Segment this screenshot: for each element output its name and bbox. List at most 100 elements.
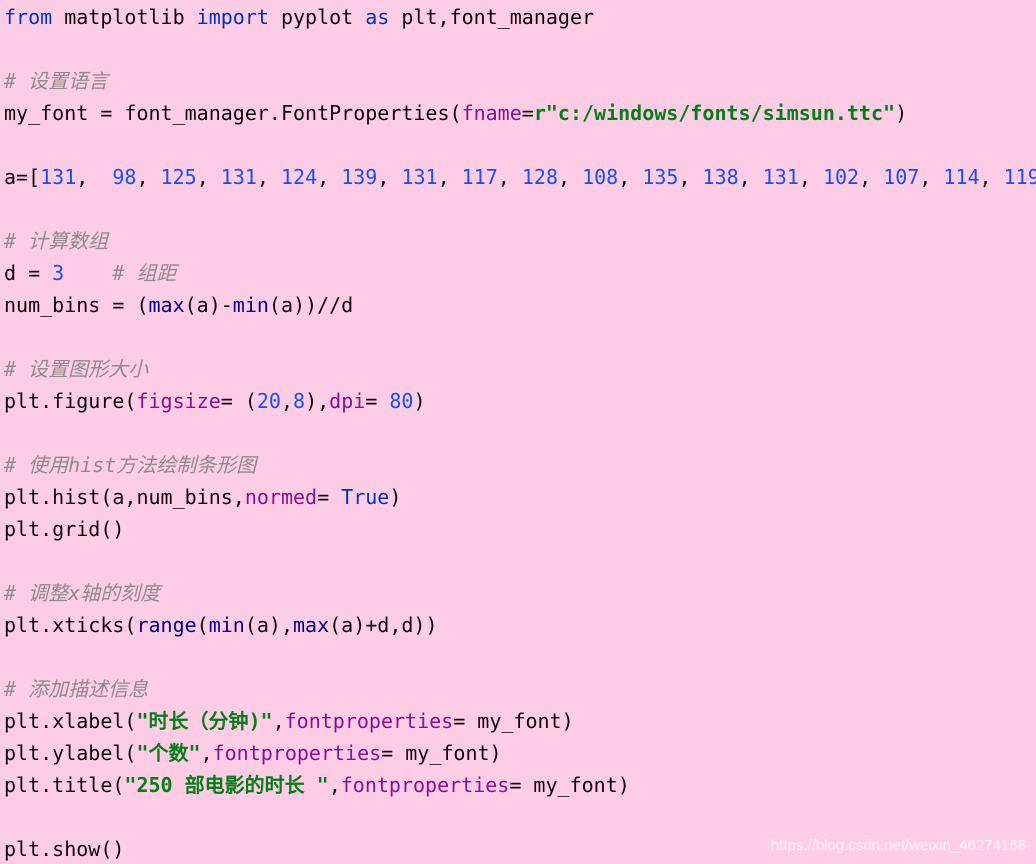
code-token-plain: = bbox=[521, 101, 534, 125]
code-token-builtin: range bbox=[136, 613, 197, 637]
code-token-plain: ), bbox=[305, 389, 330, 413]
code-token-num: 124 bbox=[281, 165, 318, 189]
code-token-num: 138 bbox=[702, 165, 739, 189]
code-token-num: 20 bbox=[256, 389, 281, 413]
code-token-param: normed bbox=[244, 485, 318, 509]
code-token-str: "个数" bbox=[136, 741, 201, 765]
code-token-plain: , bbox=[196, 165, 221, 189]
code-token-comment: # 设置语言 bbox=[4, 69, 109, 93]
code-token-comment: # 调整x轴的刻度 bbox=[4, 581, 161, 605]
code-line[interactable]: d = 3 # 组距 bbox=[4, 257, 176, 289]
code-line[interactable]: plt.hist(a,num_bins,normed= True) bbox=[4, 481, 401, 513]
code-line[interactable]: a=[131, 98, 125, 131, 124, 139, 131, 117… bbox=[4, 161, 1036, 193]
code-line[interactable]: num_bins = (max(a)-min(a))//d bbox=[4, 289, 353, 321]
code-token-plain: a=[ bbox=[4, 165, 41, 189]
code-token-num: 131 bbox=[40, 165, 77, 189]
code-token-plain: ) bbox=[895, 101, 908, 125]
code-token-str: "时长（分钟)" bbox=[136, 709, 273, 733]
code-token-plain: my_font = font_manager.FontProperties( bbox=[4, 101, 462, 125]
code-token-plain: , bbox=[256, 165, 281, 189]
code-token-plain: , bbox=[377, 165, 402, 189]
code-line[interactable]: my_font = font_manager.FontProperties(fn… bbox=[4, 97, 907, 129]
code-token-plain: plt.xticks( bbox=[4, 613, 137, 637]
code-token-num: 119 bbox=[1003, 165, 1036, 189]
code-token-plain: (a))//d bbox=[268, 293, 354, 317]
code-token-plain: plt.show() bbox=[4, 837, 125, 861]
code-token-param: figsize bbox=[136, 389, 221, 413]
code-token-num: 107 bbox=[883, 165, 920, 189]
code-token-plain: , bbox=[200, 741, 213, 765]
code-token-num: 131 bbox=[220, 165, 257, 189]
code-line[interactable]: # 设置图形大小 bbox=[4, 353, 148, 385]
code-token-param: fontproperties bbox=[284, 709, 454, 733]
code-token-plain: ) bbox=[413, 389, 426, 413]
code-line[interactable]: plt.xlabel("时长（分钟)",fontproperties= my_f… bbox=[4, 705, 574, 737]
code-token-builtin: max bbox=[148, 293, 185, 317]
code-token-param: dpi bbox=[329, 389, 366, 413]
code-editor[interactable]: from matplotlib import pyplot as plt,fon… bbox=[0, 0, 1036, 864]
code-token-num: 128 bbox=[521, 165, 558, 189]
code-token-comment: # 使用hist方法绘制条形图 bbox=[4, 453, 257, 477]
code-token-plain: , bbox=[859, 165, 884, 189]
code-token-comment: # 组距 bbox=[112, 261, 177, 285]
code-token-plain: , bbox=[618, 165, 643, 189]
code-token-kw: True bbox=[341, 485, 390, 509]
code-token-plain: , bbox=[76, 165, 113, 189]
code-token-plain: plt.xlabel( bbox=[4, 709, 137, 733]
code-token-plain: , bbox=[798, 165, 823, 189]
code-line[interactable]: # 设置语言 bbox=[4, 65, 108, 97]
code-token-plain: , bbox=[272, 709, 285, 733]
code-line[interactable]: plt.title("250 部电影的时长 ",fontproperties= … bbox=[4, 769, 630, 801]
code-token-plain: (a)+d,d)) bbox=[329, 613, 438, 637]
code-token-plain: d = bbox=[4, 261, 53, 285]
code-line[interactable]: plt.xticks(range(min(a),max(a)+d,d)) bbox=[4, 609, 438, 641]
code-token-plain: pyplot bbox=[268, 5, 366, 29]
code-token-builtin: min bbox=[232, 293, 269, 317]
code-token-kw: import bbox=[196, 5, 269, 29]
code-token-num: 139 bbox=[341, 165, 378, 189]
code-token-param: fname bbox=[461, 101, 522, 125]
watermark: https://blog.csdn.net/weixin_46274168 bbox=[770, 837, 1026, 854]
code-token-param: fontproperties bbox=[212, 741, 382, 765]
code-line[interactable]: # 添加描述信息 bbox=[4, 673, 148, 705]
code-line[interactable]: # 使用hist方法绘制条形图 bbox=[4, 449, 256, 481]
code-line[interactable]: plt.figure(figsize= (20,8),dpi= 80) bbox=[4, 385, 426, 417]
code-token-plain: , bbox=[558, 165, 583, 189]
code-token-plain: (a), bbox=[244, 613, 294, 637]
code-token-plain: ) bbox=[389, 485, 402, 509]
code-token-str: r"c:/windows/fonts/simsun.ttc" bbox=[533, 101, 896, 125]
code-token-num: 117 bbox=[461, 165, 498, 189]
code-line[interactable]: from matplotlib import pyplot as plt,fon… bbox=[4, 1, 594, 33]
code-token-kw: from bbox=[4, 5, 53, 29]
code-token-num: 3 bbox=[52, 261, 65, 285]
code-line[interactable]: plt.ylabel("个数",fontproperties= my_font) bbox=[4, 737, 502, 769]
code-line[interactable]: plt.grid() bbox=[4, 513, 124, 545]
code-token-comment: # 设置图形大小 bbox=[4, 357, 149, 381]
code-token-plain: = my_font) bbox=[453, 709, 574, 733]
code-line[interactable]: plt.show() bbox=[4, 833, 124, 864]
code-token-plain: = my_font) bbox=[381, 741, 502, 765]
code-token-plain: = bbox=[317, 485, 342, 509]
code-token-plain: = my_font) bbox=[509, 773, 630, 797]
code-token-plain: , bbox=[136, 165, 161, 189]
code-token-builtin: min bbox=[208, 613, 245, 637]
code-token-plain: , bbox=[317, 165, 342, 189]
code-token-kw: as bbox=[365, 5, 390, 29]
code-line[interactable]: # 调整x轴的刻度 bbox=[4, 577, 160, 609]
code-token-plain: plt.ylabel( bbox=[4, 741, 137, 765]
code-token-builtin: max bbox=[293, 613, 330, 637]
code-token-plain: plt.hist(a,num_bins, bbox=[4, 485, 245, 509]
code-token-plain: = ( bbox=[220, 389, 257, 413]
code-token-num: 114 bbox=[943, 165, 980, 189]
code-token-plain: , bbox=[678, 165, 703, 189]
code-token-num: 8 bbox=[293, 389, 306, 413]
code-token-num: 98 bbox=[112, 165, 137, 189]
code-token-plain: , bbox=[437, 165, 462, 189]
code-token-plain: ( bbox=[196, 613, 209, 637]
code-line[interactable]: # 计算数组 bbox=[4, 225, 108, 257]
code-token-comment: # 计算数组 bbox=[4, 229, 109, 253]
code-token-num: 131 bbox=[762, 165, 799, 189]
code-token-plain: , bbox=[738, 165, 763, 189]
code-token-plain: plt.grid() bbox=[4, 517, 125, 541]
